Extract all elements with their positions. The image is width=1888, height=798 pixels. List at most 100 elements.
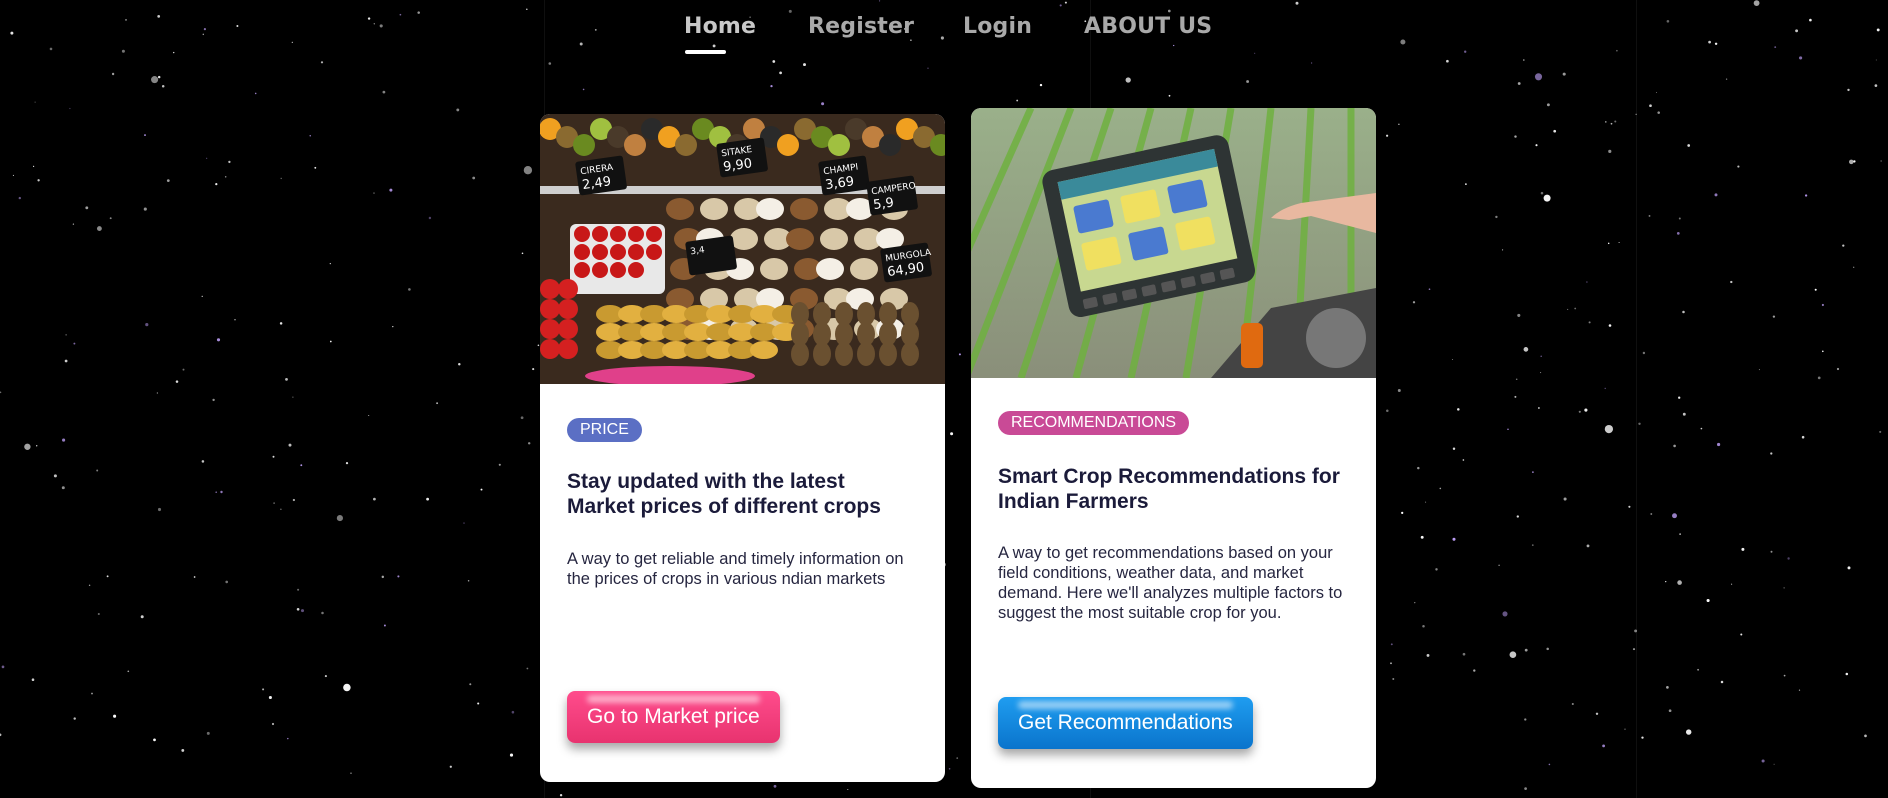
star <box>262 688 265 691</box>
star <box>1706 598 1710 603</box>
star <box>127 670 130 673</box>
star <box>1502 611 1508 617</box>
star <box>1064 1 1067 4</box>
star <box>1608 149 1612 153</box>
star <box>157 507 162 512</box>
star <box>69 107 71 110</box>
nav-about-link[interactable]: ABOUT US <box>1084 14 1212 39</box>
star <box>111 72 115 76</box>
star <box>166 179 170 182</box>
star <box>109 217 112 220</box>
star <box>1414 602 1416 604</box>
star <box>1514 135 1517 138</box>
nav-home-link[interactable]: Home <box>684 14 756 39</box>
star <box>1532 471 1534 473</box>
star <box>300 609 305 613</box>
star <box>1632 648 1636 651</box>
star <box>1665 580 1667 583</box>
star <box>1588 321 1591 324</box>
price-tag: 3,4 <box>685 235 737 276</box>
star <box>1546 647 1549 651</box>
star <box>321 611 324 615</box>
star <box>24 443 31 450</box>
get-recommendations-button[interactable]: Get Recommendations <box>998 697 1253 749</box>
star <box>151 76 159 84</box>
star <box>285 378 288 381</box>
star <box>1457 408 1460 411</box>
star <box>1392 678 1395 680</box>
star <box>1531 544 1534 546</box>
star <box>113 714 117 718</box>
star <box>773 784 777 788</box>
star <box>1401 511 1404 515</box>
star <box>1814 288 1817 291</box>
star <box>958 353 961 356</box>
star <box>1725 78 1728 80</box>
nav-register-link[interactable]: Register <box>808 14 914 39</box>
star <box>477 702 480 705</box>
star <box>1514 395 1517 398</box>
star <box>156 392 159 394</box>
star <box>157 75 161 79</box>
star <box>329 340 332 343</box>
star <box>280 508 282 510</box>
star <box>1628 505 1631 508</box>
go-to-market-price-button[interactable]: Go to Market price <box>567 691 780 743</box>
tractor-screen-image <box>971 108 1376 378</box>
star <box>463 522 465 524</box>
star <box>1578 410 1581 413</box>
star <box>153 738 156 742</box>
star <box>469 683 472 686</box>
recommendations-badge: RECOMMENDATIONS <box>998 411 1190 435</box>
star <box>950 432 954 436</box>
price-tag: CIRERA2,49 <box>575 155 627 196</box>
star <box>847 788 849 791</box>
star <box>206 157 208 159</box>
star <box>1731 583 1733 585</box>
star <box>1553 129 1557 133</box>
star <box>1386 409 1389 412</box>
star <box>1641 736 1644 739</box>
price-tag: MURGOLA64,90 <box>880 242 933 283</box>
star <box>1741 547 1745 551</box>
page-background: Home Register Login ABOUT US CIRERA 2,49 S… <box>0 0 1888 798</box>
star <box>1783 587 1785 589</box>
star <box>292 498 296 502</box>
star <box>779 71 782 75</box>
star <box>520 416 524 420</box>
star <box>61 486 65 490</box>
star <box>329 263 331 265</box>
star <box>1836 367 1840 371</box>
star <box>34 101 36 103</box>
star <box>1543 194 1551 202</box>
star <box>1685 729 1692 735</box>
star <box>161 84 165 88</box>
star <box>1874 84 1878 87</box>
star <box>1610 122 1613 125</box>
star <box>1656 92 1657 93</box>
star <box>879 0 881 2</box>
star <box>1451 358 1454 361</box>
star <box>228 160 231 164</box>
star <box>1737 165 1740 168</box>
star <box>62 438 66 442</box>
star <box>287 737 289 740</box>
star <box>1534 73 1543 81</box>
star <box>1849 159 1854 165</box>
star <box>1465 183 1467 185</box>
star <box>1740 633 1743 636</box>
star <box>1586 544 1590 548</box>
get-recommendations-label: Get Recommendations <box>1018 711 1233 734</box>
star <box>1880 160 1882 162</box>
star <box>1697 668 1699 671</box>
star <box>526 8 528 11</box>
star <box>1517 82 1521 85</box>
crop-recommendation-title: Smart Crop Recommendations for Indian Fa… <box>998 465 1340 513</box>
star <box>1787 557 1790 560</box>
nav-login-link[interactable]: Login <box>963 14 1032 39</box>
star <box>73 717 76 720</box>
star <box>273 502 275 504</box>
star <box>526 667 529 670</box>
go-to-market-price-label: Go to Market price <box>587 705 760 728</box>
star <box>106 575 109 578</box>
